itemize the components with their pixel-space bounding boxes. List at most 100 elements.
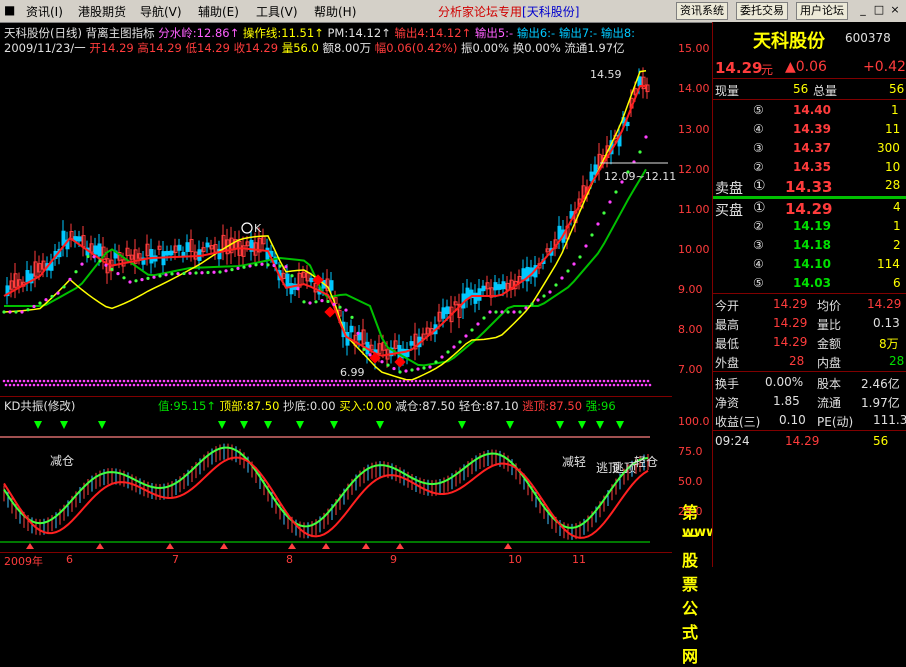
- fin-value: 0.10: [779, 413, 806, 427]
- ma-dot: [536, 298, 540, 302]
- kd-tick: 50.0: [678, 475, 703, 488]
- kd-red-line: [3, 456, 649, 539]
- menu-hk-futures[interactable]: 港股期货: [78, 3, 126, 20]
- sell-level: ③: [753, 141, 764, 155]
- kline-info-row2: 2009/11/23/一 开14.29 高14.29 低14.29 收14.29…: [4, 40, 625, 56]
- candle-body: [625, 121, 630, 127]
- ma-dot: [590, 233, 594, 237]
- signal-dot: [270, 379, 274, 383]
- signal-dot: [32, 383, 36, 387]
- signal-dot: [282, 379, 286, 383]
- signal-dot: [634, 379, 638, 383]
- kline-canvas[interactable]: [0, 22, 672, 396]
- stock-code: 600378: [845, 31, 891, 45]
- signal-dot: [212, 383, 216, 387]
- maximize-icon[interactable]: □: [872, 3, 886, 17]
- signal-dot: [158, 379, 162, 383]
- signal-dot: [410, 379, 414, 383]
- signal-dot: [276, 383, 280, 387]
- kline-pane[interactable]: 天科股份(日线) 背离主图指标 分水岭:12.86↑ 操作线:11.51↑ PM…: [0, 22, 676, 397]
- signal-dot: [580, 383, 584, 387]
- signal-dot: [436, 383, 440, 387]
- signal-dot: [360, 383, 364, 387]
- signal-dot: [596, 383, 600, 387]
- signal-dot: [548, 383, 552, 387]
- close-icon[interactable]: ×: [888, 3, 902, 17]
- kd-tick: 75.0: [678, 445, 703, 458]
- ma-dot: [488, 310, 492, 314]
- ma-dot: [212, 270, 216, 274]
- kd-label-light: 轻仓: [634, 455, 659, 469]
- signal-dot: [382, 379, 386, 383]
- forum-button[interactable]: 用户论坛: [796, 2, 848, 20]
- signal-dot: [176, 383, 180, 387]
- signal-dot: [512, 383, 516, 387]
- bar-turnover: 换0.00%: [512, 41, 561, 55]
- signal-dot: [620, 383, 624, 387]
- signal-dot: [340, 383, 344, 387]
- menu-tools[interactable]: 工具(V): [256, 3, 298, 20]
- signal-dot: [390, 379, 394, 383]
- candle-body: [589, 171, 594, 181]
- signal-dot: [542, 379, 546, 383]
- signal-dot: [566, 379, 570, 383]
- signal-dot: [604, 383, 608, 387]
- candle-body: [557, 225, 562, 240]
- signal-dot: [626, 379, 630, 383]
- ma-dot: [578, 255, 582, 259]
- signal-dot: [236, 383, 240, 387]
- signal-dot: [316, 383, 320, 387]
- sell-vol: 11: [885, 122, 901, 136]
- menu-news[interactable]: 资讯(I): [26, 3, 63, 20]
- signal-dot: [622, 379, 626, 383]
- signal-dot: [366, 379, 370, 383]
- signal-dot: [288, 383, 292, 387]
- k-circle-icon: [241, 222, 253, 234]
- kd-canvas[interactable]: [0, 397, 672, 552]
- signal-dot: [386, 379, 390, 383]
- signal-dot: [396, 383, 400, 387]
- signal-dot: [220, 383, 224, 387]
- kd-label-escape-2: 逃顶: [612, 461, 637, 475]
- sell-row: ⑤ 14.40 1: [713, 102, 906, 120]
- ma-dot: [392, 366, 396, 371]
- signal-dot: [256, 383, 260, 387]
- ma-dot: [386, 363, 390, 367]
- kd-indicator-pane[interactable]: KD共振(修改) 值:95.15↑ 顶部:87.50 抄底:0.00 买入:0.…: [0, 397, 831, 666]
- minimize-icon[interactable]: _: [856, 3, 870, 17]
- menu-assist[interactable]: 辅助(E): [198, 3, 239, 20]
- ma-dot: [602, 211, 606, 215]
- sell-vol: 300: [877, 141, 900, 155]
- stat-value: 0.13: [873, 316, 900, 330]
- bar-open: 开14.29: [89, 41, 134, 55]
- ma-dot: [8, 310, 12, 314]
- signal-dot: [262, 379, 266, 383]
- buy-row: ④ 14.10 114: [713, 256, 906, 274]
- signal-dot: [378, 379, 382, 383]
- fin-label: 换手: [715, 377, 740, 391]
- candle-body: [521, 268, 526, 280]
- buy1-label: 买盘: [715, 203, 743, 219]
- signal-dot: [100, 383, 104, 387]
- ma-dot: [188, 271, 192, 275]
- stat-value: 14.29: [867, 297, 902, 311]
- menu-navigate[interactable]: 导航(V): [140, 3, 182, 20]
- ma-dot: [296, 287, 300, 291]
- signal-dot: [588, 383, 592, 387]
- sc7-value: 输出7:-: [558, 26, 598, 40]
- buy-price: 14.03: [793, 276, 831, 290]
- signal-dot: [364, 383, 368, 387]
- signal-dot: [182, 379, 186, 383]
- trade-button[interactable]: 委托交易: [736, 2, 788, 20]
- signal-dot: [628, 383, 632, 387]
- menu-help[interactable]: 帮助(H): [314, 3, 356, 20]
- signal-dot: [260, 383, 264, 387]
- signal-dot: [240, 383, 244, 387]
- news-system-button[interactable]: 资讯系统: [676, 2, 728, 20]
- candle-body: [477, 288, 482, 301]
- signal-dot: [34, 379, 38, 383]
- signal-dot: [438, 379, 442, 383]
- signal-dot: [606, 379, 610, 383]
- signal-dot: [470, 379, 474, 383]
- ma-dot: [50, 294, 54, 299]
